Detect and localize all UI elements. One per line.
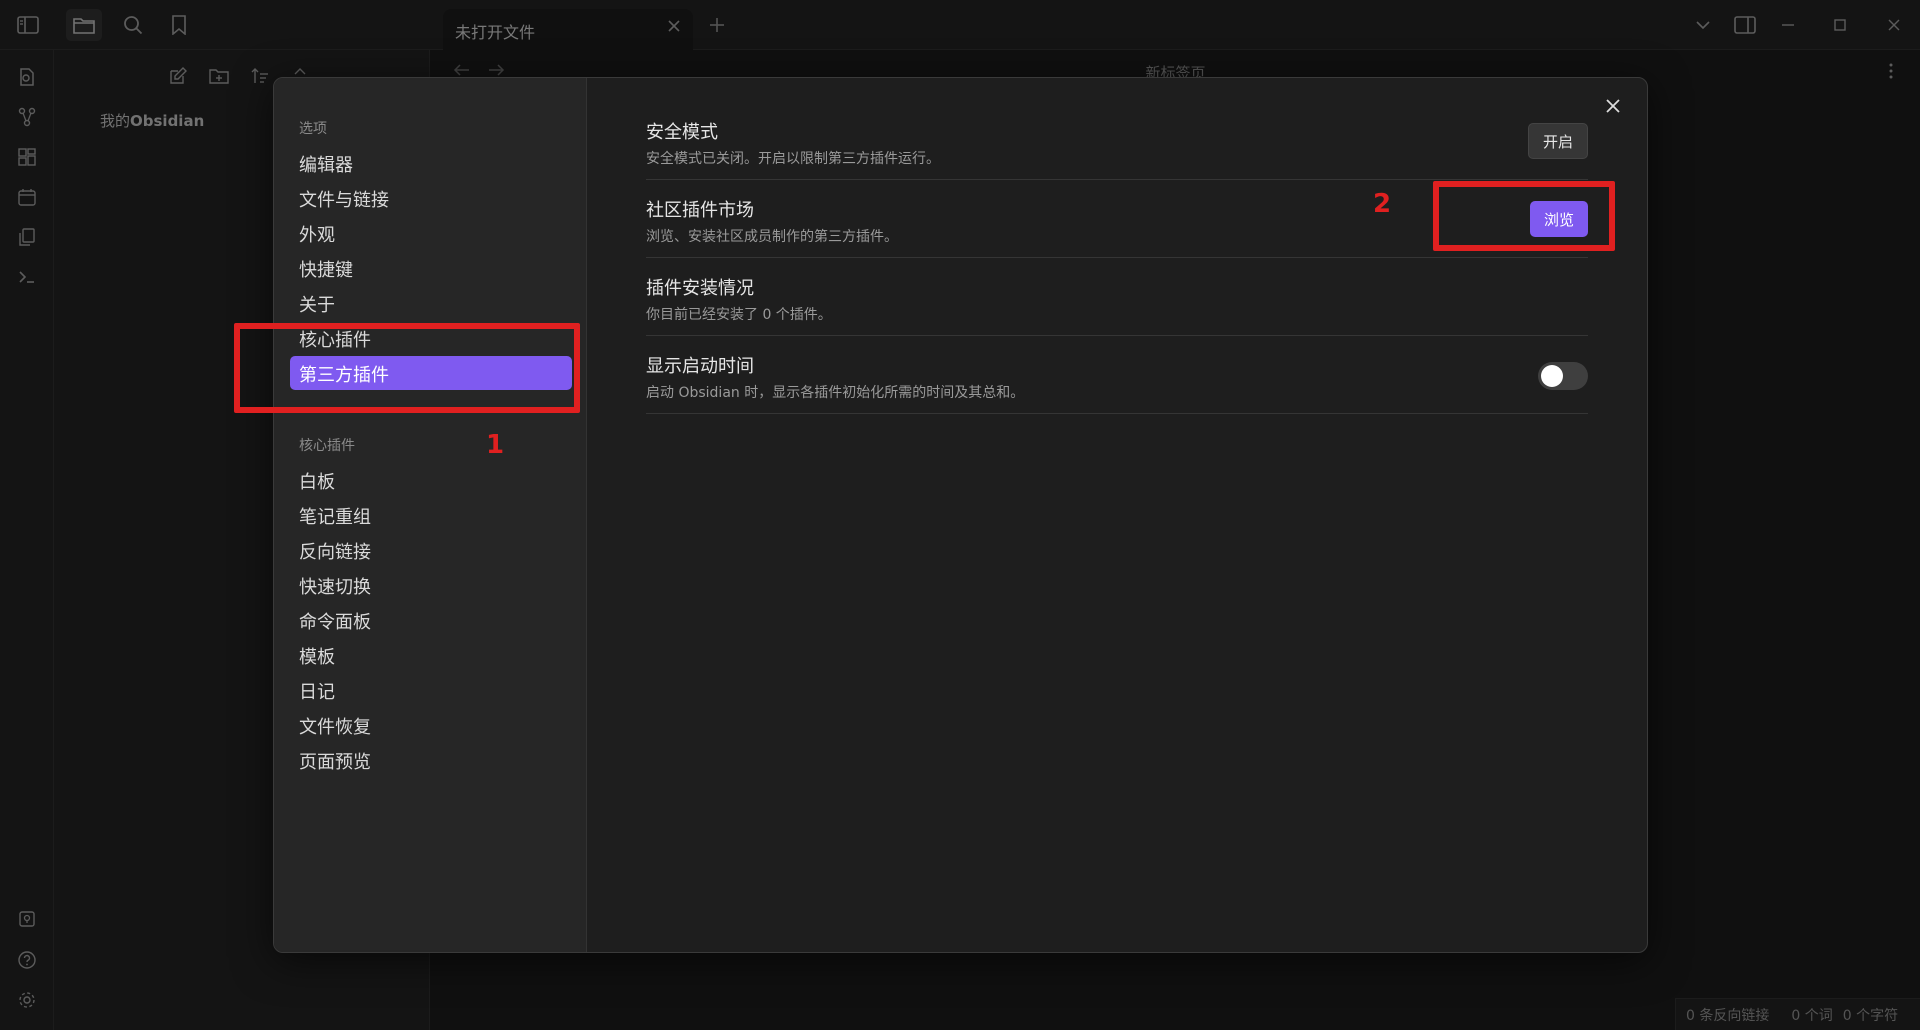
turn-on-button[interactable]: 开启 xyxy=(1527,123,1588,159)
settings-tab-files-links[interactable]: 文件与链接 xyxy=(290,181,572,215)
modal-close-icon[interactable] xyxy=(1597,90,1629,122)
toggle-knob xyxy=(1541,365,1563,387)
annotation-box-2 xyxy=(1433,181,1615,251)
setting-desc: 你目前已经安装了 0 个插件。 xyxy=(646,307,832,323)
annotation-box-1 xyxy=(234,323,580,413)
setting-restricted-mode: 安全模式 安全模式已关闭。开启以限制第三方插件运行。 开启 xyxy=(646,102,1588,180)
setting-startup-time: 显示启动时间 启动 Obsidian 时，显示各插件初始化所需的时间及其总和。 xyxy=(646,336,1588,414)
setting-name: 社区插件市场 xyxy=(646,200,754,221)
startup-time-toggle[interactable] xyxy=(1538,362,1588,390)
settings-tab-hotkeys[interactable]: 快捷键 xyxy=(290,251,572,285)
settings-tab-backlinks[interactable]: 反向链接 xyxy=(290,533,572,567)
settings-tab-quick-switcher[interactable]: 快速切换 xyxy=(290,568,572,602)
settings-tab-daily-notes[interactable]: 日记 xyxy=(290,673,572,707)
settings-tab-appearance[interactable]: 外观 xyxy=(290,216,572,250)
settings-tab-templates[interactable]: 模板 xyxy=(290,638,572,672)
settings-tab-editor[interactable]: 编辑器 xyxy=(290,146,572,180)
settings-tab-canvas[interactable]: 白板 xyxy=(290,463,572,497)
setting-name: 插件安装情况 xyxy=(646,278,754,299)
annotation-label-2: 2 xyxy=(1373,189,1392,219)
settings-tab-file-recovery[interactable]: 文件恢复 xyxy=(290,708,572,742)
setting-name: 显示启动时间 xyxy=(646,356,754,377)
core-plugins-group-label: 核心插件 xyxy=(299,438,355,454)
settings-sidebar: 选项 编辑器 文件与链接 外观 快捷键 关于 核心插件 第三方插件 核心插件 白… xyxy=(274,78,587,952)
settings-tab-about[interactable]: 关于 xyxy=(290,286,572,320)
settings-tab-page-preview[interactable]: 页面预览 xyxy=(290,743,572,777)
settings-tab-note-composer[interactable]: 笔记重组 xyxy=(290,498,572,532)
setting-desc: 浏览、安装社区成员制作的第三方插件。 xyxy=(646,229,898,245)
annotation-label-1: 1 xyxy=(486,430,505,460)
settings-tab-command-palette[interactable]: 命令面板 xyxy=(290,603,572,637)
setting-desc: 启动 Obsidian 时，显示各插件初始化所需的时间及其总和。 xyxy=(646,385,1025,401)
setting-desc: 安全模式已关闭。开启以限制第三方插件运行。 xyxy=(646,151,940,167)
options-group-label: 选项 xyxy=(299,121,327,137)
setting-name: 安全模式 xyxy=(646,122,718,143)
setting-installed-plugins: 插件安装情况 你目前已经安装了 0 个插件。 xyxy=(646,258,1588,336)
